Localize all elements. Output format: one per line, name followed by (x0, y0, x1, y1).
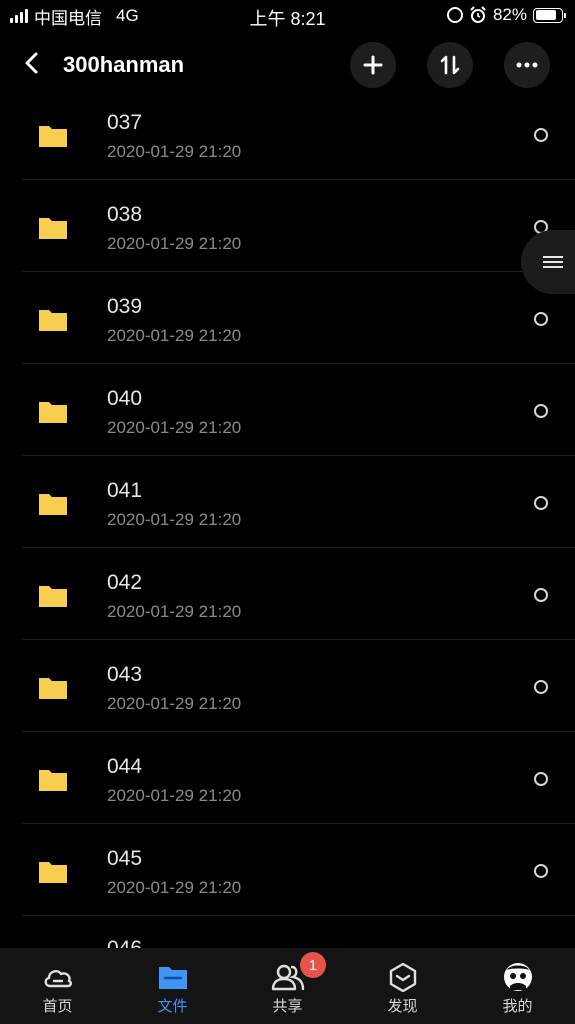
list-item[interactable]: 041 2020-01-29 21:20 (0, 456, 575, 548)
sort-button[interactable] (427, 42, 473, 88)
battery-percent: 82% (492, 5, 527, 24)
folder-icon (39, 310, 67, 331)
file-date: 2020-01-29 21:20 (107, 234, 242, 253)
folder-icon (39, 586, 67, 607)
list-item[interactable]: 042 2020-01-29 21:20 (0, 548, 575, 640)
file-date: 2020-01-29 21:20 (107, 510, 242, 529)
folder-icon (158, 967, 187, 989)
file-date: 2020-01-29 21:20 (107, 418, 242, 437)
folder-icon (39, 402, 67, 423)
folder-icon (39, 126, 67, 147)
avatar-icon (503, 963, 532, 991)
tab-home[interactable]: 首页 (0, 948, 115, 1024)
file-date: 2020-01-29 21:20 (107, 602, 242, 621)
tab-home-label: 首页 (42, 998, 73, 1015)
alarm-icon (470, 6, 486, 23)
select-radio[interactable] (534, 312, 548, 326)
rotation-lock-icon (446, 7, 463, 23)
list-item[interactable]: 044 2020-01-29 21:20 (0, 732, 575, 824)
select-radio[interactable] (534, 404, 548, 418)
list-item[interactable]: 040 2020-01-29 21:20 (0, 364, 575, 456)
select-radio[interactable] (534, 864, 548, 878)
file-date: 2020-01-29 21:20 (107, 878, 242, 897)
file-name: 041 (107, 479, 143, 502)
folder-icon (39, 862, 67, 883)
file-date: 2020-01-29 21:20 (107, 326, 242, 345)
more-icon (516, 62, 538, 68)
status-bar: 中国电信 4G 上午 8:21 82% (0, 0, 575, 32)
folder-icon (39, 770, 67, 791)
select-radio[interactable] (534, 128, 548, 142)
add-button[interactable] (350, 42, 396, 88)
file-name: 037 (107, 111, 143, 134)
folder-icon (39, 218, 67, 239)
list-item[interactable]: 039 2020-01-29 21:20 (0, 272, 575, 364)
page-title: 300hanman (63, 52, 185, 77)
folder-icon (39, 678, 67, 699)
file-date: 2020-01-29 21:20 (107, 142, 242, 161)
menu-icon (543, 253, 563, 271)
file-list: 037 2020-01-29 21:20 038 2020-01-29 21:20 03… (0, 88, 575, 916)
discover-icon (389, 962, 416, 992)
tab-files[interactable]: 文件 (115, 948, 230, 1024)
row-divider (22, 915, 575, 916)
file-name: 040 (107, 387, 143, 410)
tab-share-label: 共享 (272, 998, 303, 1015)
plus-icon (363, 55, 383, 75)
select-radio[interactable] (534, 588, 548, 602)
file-name: 043 (107, 663, 143, 686)
file-name: 044 (107, 755, 143, 778)
tab-share[interactable]: 共享 (230, 948, 345, 1024)
file-name: 045 (107, 847, 143, 870)
notification-badge: 1 (300, 952, 326, 978)
select-radio[interactable] (534, 496, 548, 510)
file-date: 2020-01-29 21:20 (107, 786, 242, 805)
cloud-icon (44, 970, 72, 988)
list-item[interactable]: 043 2020-01-29 21:20 (0, 640, 575, 732)
sort-icon (440, 55, 460, 75)
tab-discover-label: 发现 (387, 998, 418, 1015)
list-item[interactable]: 037 2020-01-29 21:20 (0, 88, 575, 180)
tab-bar: 首页 文件 共享 发现 我的 (0, 948, 575, 1024)
file-name: 038 (107, 203, 143, 226)
file-name: 039 (107, 295, 143, 318)
more-button[interactable] (504, 42, 550, 88)
tab-discover[interactable]: 发现 (345, 948, 460, 1024)
battery-icon (533, 7, 566, 23)
file-date: 2020-01-29 21:20 (107, 694, 242, 713)
select-radio[interactable] (534, 772, 548, 786)
tab-profile-label: 我的 (502, 998, 533, 1015)
chevron-left-icon[interactable] (18, 48, 48, 78)
tab-files-label: 文件 (157, 998, 188, 1015)
tab-profile[interactable]: 我的 (460, 948, 575, 1024)
list-item[interactable]: 045 2020-01-29 21:20 (0, 824, 575, 916)
list-item[interactable]: 038 2020-01-29 21:20 (0, 180, 575, 272)
navigation-header: 300hanman (0, 34, 575, 96)
folder-icon (39, 494, 67, 515)
file-name: 042 (107, 571, 143, 594)
select-radio[interactable] (534, 680, 548, 694)
